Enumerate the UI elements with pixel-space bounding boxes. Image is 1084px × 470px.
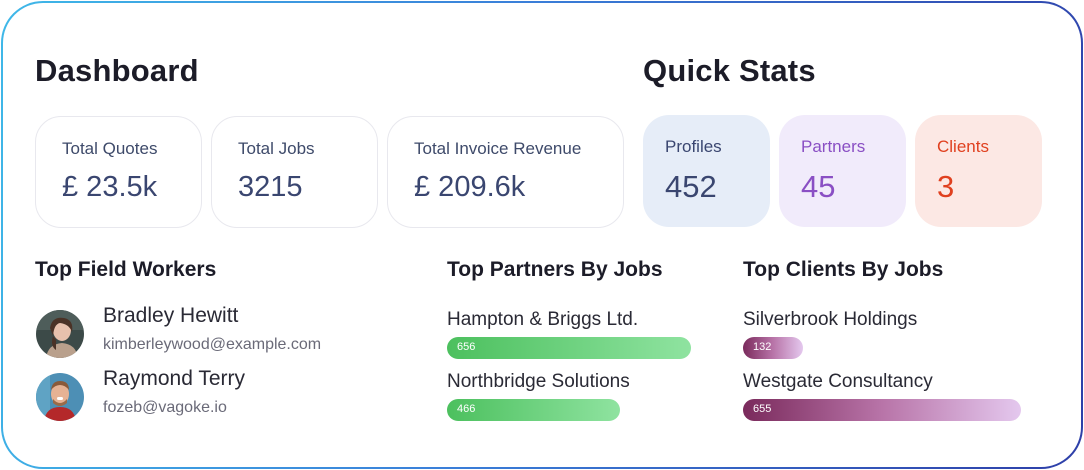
dashboard-frame: Dashboard Total Quotes £ 23.5k Total Job… (1, 1, 1083, 469)
worker-name: Bradley Hewitt (103, 304, 239, 327)
quick-card-label: Profiles (665, 137, 722, 156)
client-name: Westgate Consultancy (743, 371, 933, 392)
worker-email: kimberleywood@example.com (103, 336, 322, 353)
person-photo-icon (36, 373, 84, 421)
quick-card-clients[interactable]: Clients 3 (915, 115, 1042, 227)
client-jobs-bar: 655 (743, 399, 1021, 421)
partner-jobs-value: 656 (457, 341, 476, 353)
stat-label: Total Quotes (62, 139, 158, 158)
quick-card-label: Clients (937, 137, 989, 156)
stat-label: Total Jobs (238, 139, 315, 158)
dashboard-panel: Dashboard Total Quotes £ 23.5k Total Job… (3, 3, 1081, 467)
worker-email: fozeb@vagoke.io (103, 399, 227, 416)
partner-jobs-bar: 656 (447, 337, 691, 359)
quick-card-value: 45 (801, 169, 836, 204)
stat-card-total-jobs[interactable]: Total Jobs 3215 (211, 116, 378, 228)
dashboard-title: Dashboard (35, 53, 199, 88)
stat-value: 3215 (238, 171, 303, 203)
stat-card-total-quotes[interactable]: Total Quotes £ 23.5k (35, 116, 202, 228)
stat-value: £ 23.5k (62, 171, 158, 203)
client-jobs-value: 132 (753, 341, 772, 353)
quick-card-label: Partners (801, 137, 866, 156)
quick-card-partners[interactable]: Partners 45 (779, 115, 906, 227)
client-jobs-value: 655 (753, 403, 772, 415)
client-jobs-bar: 132 (743, 337, 803, 359)
stat-card-total-invoice-revenue[interactable]: Total Invoice Revenue £ 209.6k (387, 116, 624, 228)
quick-card-value: 452 (665, 169, 717, 204)
worker-name: Raymond Terry (103, 367, 245, 390)
top-field-workers-title: Top Field Workers (35, 258, 217, 281)
quick-card-value: 3 (937, 169, 955, 204)
person-photo-icon (36, 310, 84, 358)
top-partners-title: Top Partners By Jobs (447, 258, 663, 281)
client-name: Silverbrook Holdings (743, 309, 918, 330)
partner-jobs-bar: 466 (447, 399, 620, 421)
stat-value: £ 209.6k (414, 171, 526, 203)
quick-stats-title: Quick Stats (643, 53, 816, 88)
partner-name: Northbridge Solutions (447, 371, 630, 392)
partner-jobs-value: 466 (457, 403, 476, 415)
quick-card-profiles[interactable]: Profiles 452 (643, 115, 770, 227)
stat-label: Total Invoice Revenue (414, 139, 582, 158)
top-clients-title: Top Clients By Jobs (743, 258, 944, 281)
partner-name: Hampton & Briggs Ltd. (447, 309, 639, 330)
